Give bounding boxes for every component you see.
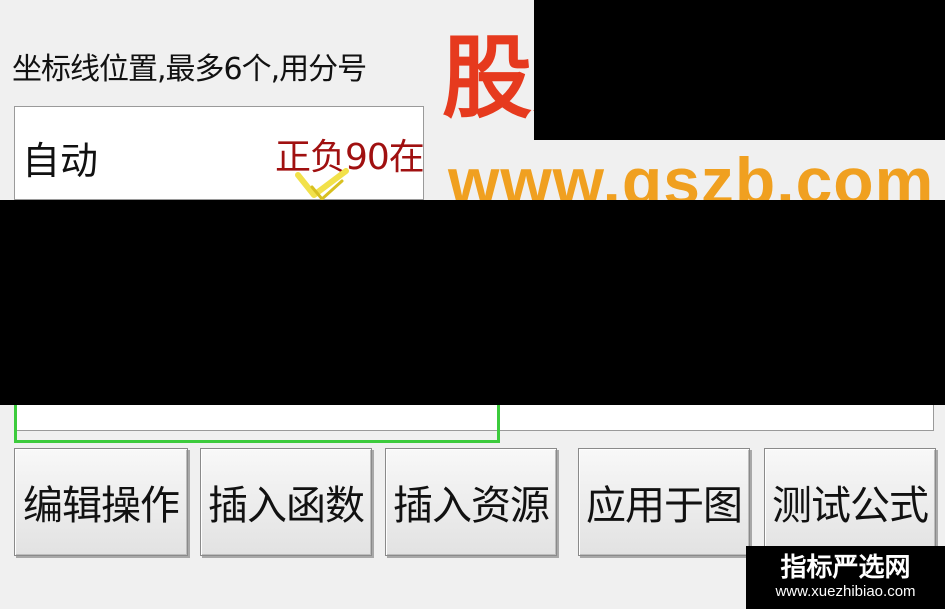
arrow-pointer-icon <box>295 168 349 202</box>
insert-resource-button[interactable]: 插入资源 <box>385 448 557 556</box>
insert-function-button[interactable]: 插入函数 <box>200 448 372 556</box>
test-formula-button[interactable]: 测试公式 <box>764 448 936 556</box>
redacted-area-top <box>534 0 945 140</box>
redacted-area-middle <box>0 200 945 405</box>
site-watermark-badge: 指标严选网 www.xuezhibiao.com <box>746 546 945 609</box>
badge-url: www.xuezhibiao.com <box>775 582 916 600</box>
axis-position-label: 坐标线位置,最多6个,用分号 <box>12 52 367 87</box>
apply-to-chart-button[interactable]: 应用于图 <box>578 448 750 556</box>
badge-title: 指标严选网 <box>780 553 911 584</box>
axis-position-value: 自动 <box>22 139 99 183</box>
edit-operation-button[interactable]: 编辑操作 <box>14 448 188 556</box>
highlight-box <box>14 405 500 443</box>
watermark-site-name: 股票 <box>442 34 535 124</box>
